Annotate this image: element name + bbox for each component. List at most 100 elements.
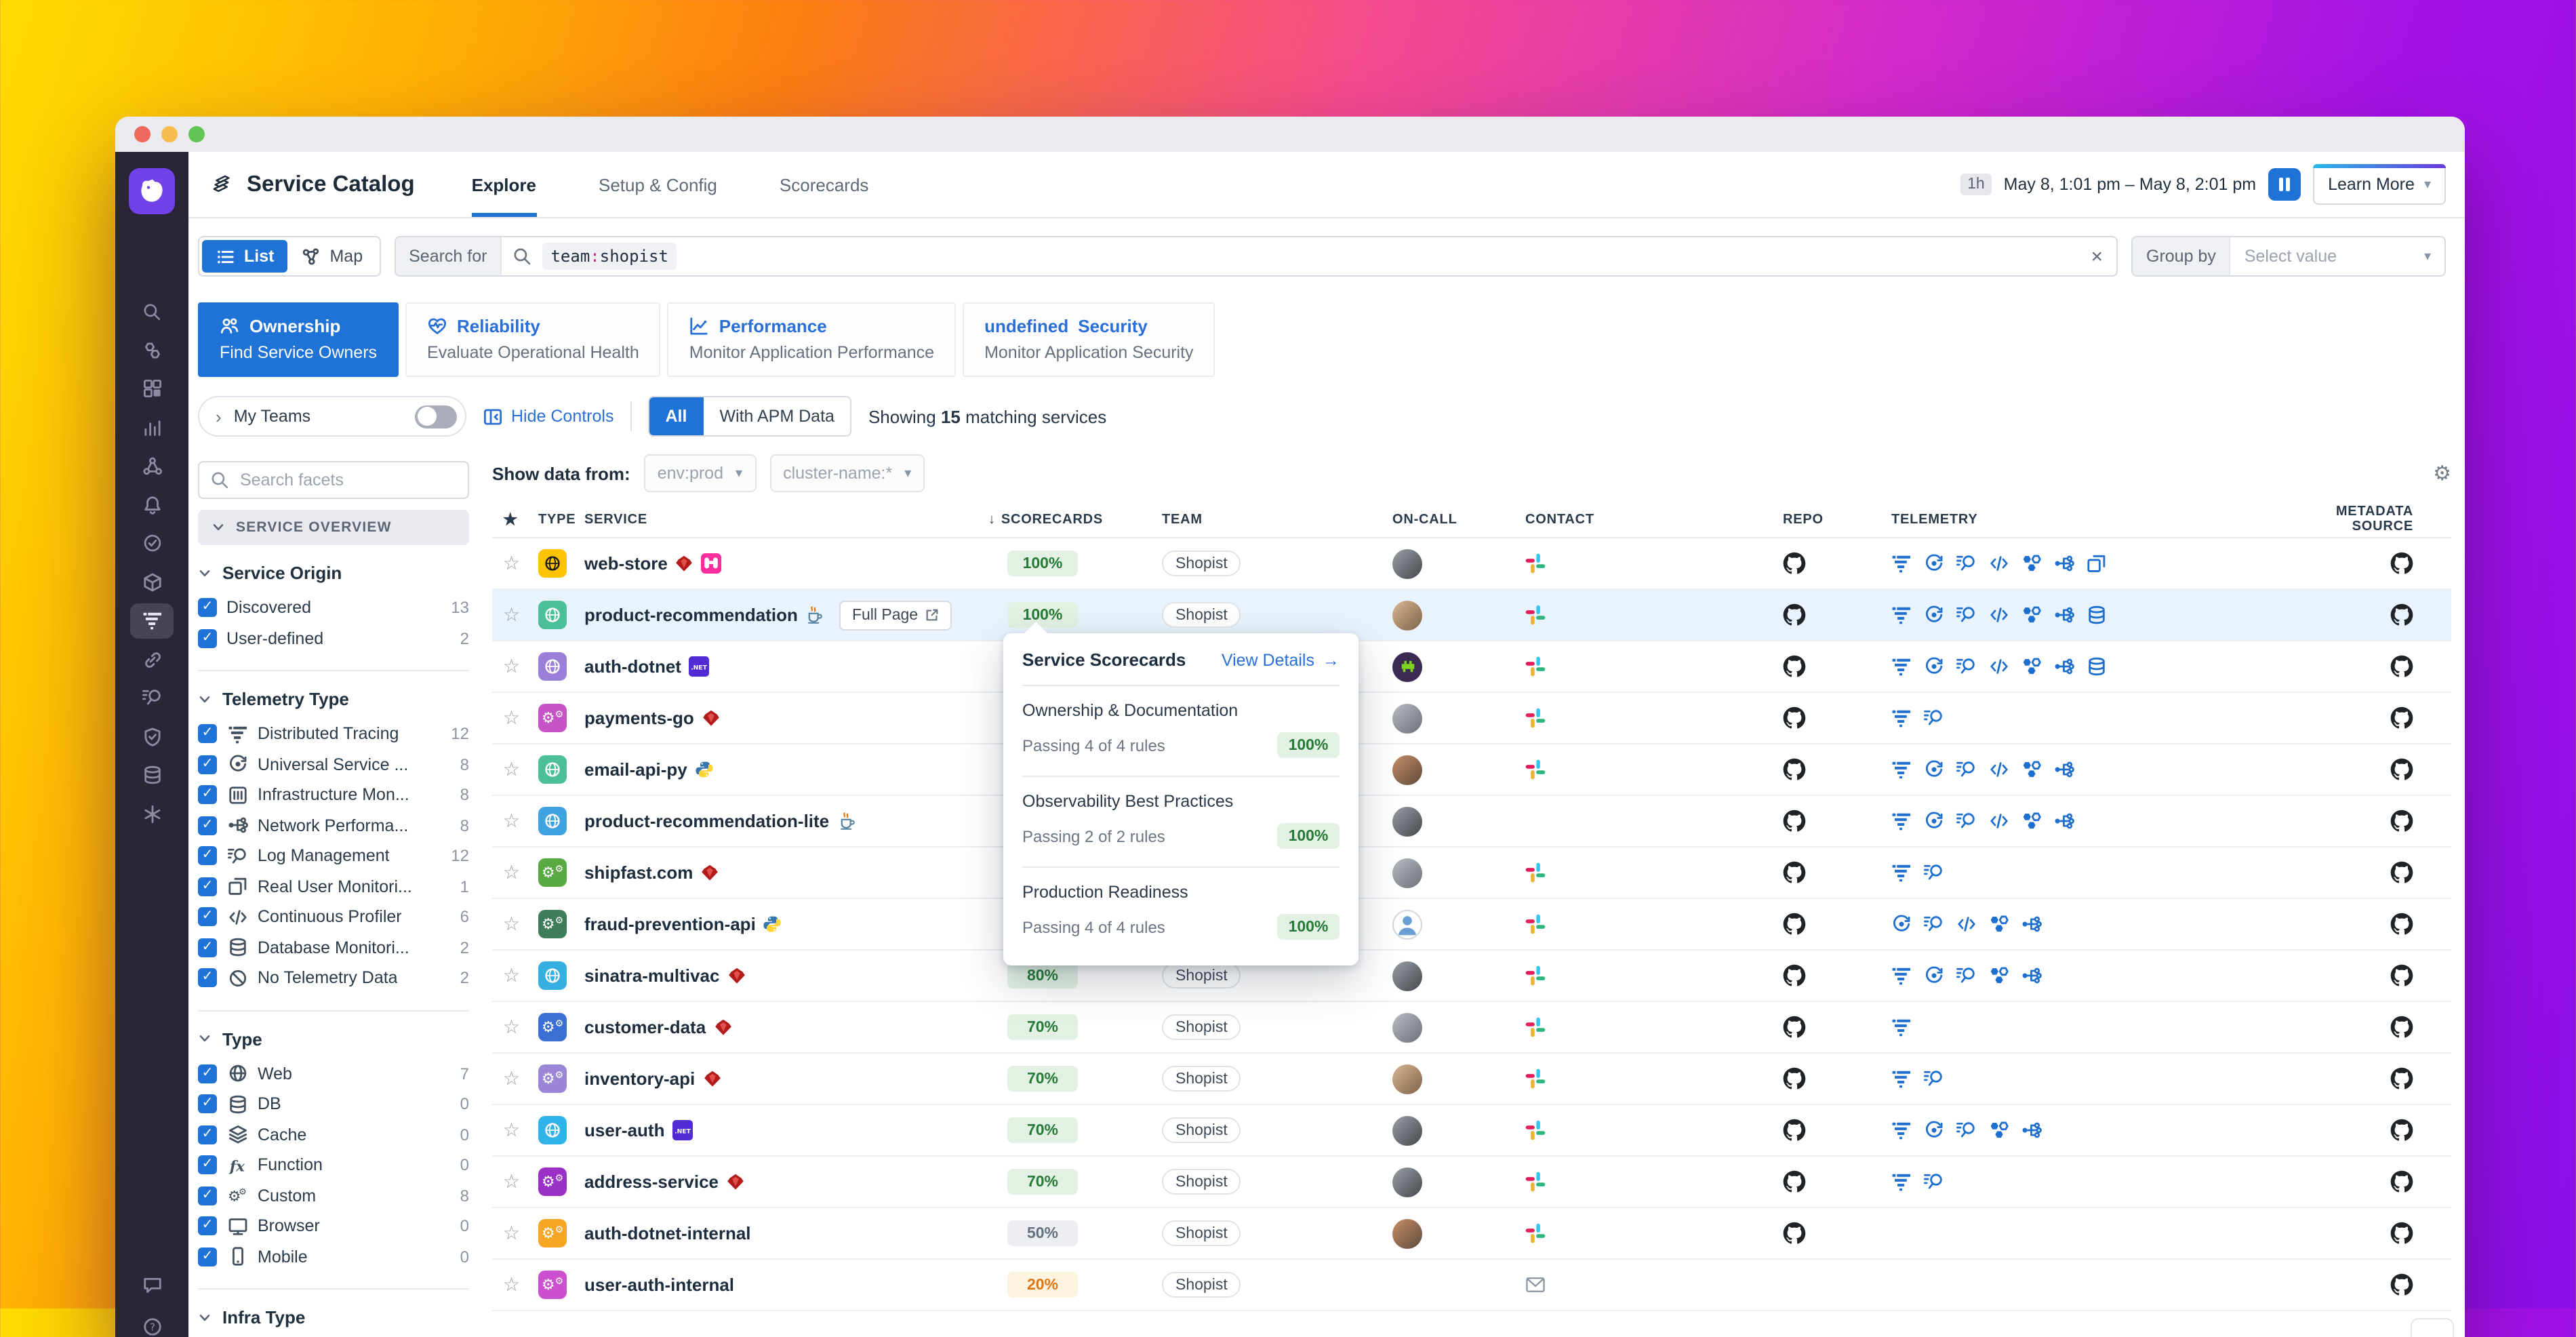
close-window-button[interactable] bbox=[134, 126, 150, 142]
favorite-star-icon[interactable]: ☆ bbox=[503, 1016, 538, 1039]
github-metadata-icon[interactable] bbox=[2390, 758, 2413, 781]
table-row-product-recommendation[interactable]: ☆ product-recommendation Full Page 100% Sh… bbox=[492, 590, 2451, 641]
telemetry-trace-icon[interactable] bbox=[1891, 811, 1912, 831]
oncall-avatar[interactable] bbox=[1392, 1167, 1422, 1197]
telemetry-profiler-icon[interactable] bbox=[1989, 553, 2009, 574]
lens-card-performance[interactable]: Performance Monitor Application Performa… bbox=[667, 302, 957, 377]
checkbox-checked[interactable]: ✓ bbox=[198, 1125, 217, 1144]
github-repo-icon[interactable] bbox=[1783, 552, 1891, 575]
facet-item-web[interactable]: ✓ Web 7 bbox=[198, 1058, 469, 1089]
hide-controls-button[interactable]: Hide Controls bbox=[483, 406, 613, 426]
facet-item-log-management[interactable]: ✓ Log Management 12 bbox=[198, 841, 469, 871]
lens-card-security[interactable]: undefined Security Monitor Application Se… bbox=[963, 302, 1215, 377]
telemetry-usm-icon[interactable] bbox=[1891, 914, 1912, 934]
filter-all-button[interactable]: All bbox=[649, 397, 704, 435]
favorite-star-icon[interactable]: ☆ bbox=[503, 552, 538, 575]
telemetry-k8s-icon[interactable] bbox=[1989, 1120, 2009, 1140]
facet-item-custom[interactable]: ✓ ⚙ ⚙ Custom 8 bbox=[198, 1180, 469, 1211]
telemetry-usm-icon[interactable] bbox=[1924, 965, 1944, 986]
service-name[interactable]: user-auth-internal bbox=[584, 1275, 988, 1295]
telemetry-logs-icon[interactable] bbox=[1956, 1120, 1977, 1140]
telemetry-k8s-icon[interactable] bbox=[2021, 605, 2042, 625]
telemetry-trace-icon[interactable] bbox=[1891, 656, 1912, 677]
telemetry-network-icon[interactable] bbox=[2054, 656, 2074, 677]
service-name[interactable]: inventory-api bbox=[584, 1069, 988, 1089]
col-scorecards[interactable]: ↓ SCORECARDS bbox=[988, 512, 1162, 527]
telemetry-trace-icon[interactable] bbox=[1891, 862, 1912, 883]
telemetry-profiler-icon[interactable] bbox=[1989, 811, 2009, 831]
scorecard-badge[interactable]: 100% bbox=[1007, 602, 1078, 628]
checkbox-checked[interactable]: ✓ bbox=[198, 1155, 217, 1175]
checkbox-checked[interactable]: ✓ bbox=[198, 1186, 217, 1205]
telemetry-k8s-icon[interactable] bbox=[2021, 759, 2042, 780]
team-pill[interactable]: Shopist bbox=[1162, 1066, 1241, 1092]
telemetry-k8s-icon[interactable] bbox=[2021, 553, 2042, 574]
star-column-header[interactable]: ★ bbox=[503, 510, 538, 529]
col-repo[interactable]: REPO bbox=[1783, 512, 1891, 527]
github-metadata-icon[interactable] bbox=[2390, 655, 2413, 678]
table-row-payments-go[interactable]: ☆ ⚙⚙ payments-go bbox=[492, 693, 2451, 744]
oncall-avatar[interactable] bbox=[1392, 1012, 1422, 1042]
service-name[interactable]: product-recommendation Full Page bbox=[584, 600, 988, 630]
favorite-star-icon[interactable]: ☆ bbox=[503, 861, 538, 884]
col-telemetry[interactable]: TELEMETRY bbox=[1891, 512, 2312, 527]
table-row-user-auth-internal[interactable]: ☆ ⚙⚙ user-auth-internal 20% Shopist bbox=[492, 1260, 2451, 1311]
rail-item-settings-icon[interactable] bbox=[130, 796, 174, 831]
slack-icon[interactable] bbox=[1525, 1120, 1783, 1140]
rail-item-help-icon[interactable]: ? bbox=[130, 1309, 174, 1337]
github-repo-icon[interactable] bbox=[1783, 603, 1891, 626]
favorite-star-icon[interactable]: ☆ bbox=[503, 1222, 538, 1245]
telemetry-usm-icon[interactable] bbox=[1924, 811, 1944, 831]
table-row-auth-dotnet[interactable]: ☆ auth-dotnet .NET bbox=[492, 641, 2451, 693]
github-metadata-icon[interactable] bbox=[2390, 603, 2413, 626]
telemetry-logs-icon[interactable] bbox=[1924, 708, 1944, 728]
telemetry-usm-icon[interactable] bbox=[1924, 656, 1944, 677]
facet-item-browser[interactable]: ✓ Browser 0 bbox=[198, 1211, 469, 1241]
tab-setup-config[interactable]: Setup & Config bbox=[599, 152, 717, 217]
checkbox-checked[interactable]: ✓ bbox=[198, 628, 217, 648]
telemetry-profiler-icon[interactable] bbox=[1989, 656, 2009, 677]
team-pill[interactable]: Shopist bbox=[1162, 1169, 1241, 1195]
telemetry-network-icon[interactable] bbox=[2021, 965, 2042, 986]
telemetry-logs-icon[interactable] bbox=[1956, 605, 1977, 625]
telemetry-trace-icon[interactable] bbox=[1891, 1069, 1912, 1089]
github-repo-icon[interactable] bbox=[1783, 1222, 1891, 1245]
telemetry-logs-icon[interactable] bbox=[1956, 811, 1977, 831]
telemetry-logs-icon[interactable] bbox=[1924, 862, 1944, 883]
scorecard-badge[interactable]: 70% bbox=[1007, 1117, 1078, 1143]
scorecard-badge[interactable]: 50% bbox=[1007, 1220, 1078, 1246]
facet-item-discovered[interactable]: ✓ Discovered 13 bbox=[198, 593, 469, 623]
telemetry-usm-icon[interactable] bbox=[1924, 553, 1944, 574]
github-metadata-icon[interactable] bbox=[2390, 1170, 2413, 1193]
checkbox-checked[interactable]: ✓ bbox=[198, 938, 217, 957]
col-contact[interactable]: CONTACT bbox=[1525, 512, 1783, 527]
telemetry-logs-icon[interactable] bbox=[1924, 1172, 1944, 1192]
data-filter-cluster-name-[interactable]: cluster-name:* ▾ bbox=[769, 454, 925, 492]
table-row-fraud-prevention-api[interactable]: ☆ ⚙⚙ fraud-prevention-api bbox=[492, 899, 2451, 951]
github-repo-icon[interactable] bbox=[1783, 861, 1891, 884]
telemetry-network-icon[interactable] bbox=[2054, 553, 2074, 574]
checkbox-checked[interactable]: ✓ bbox=[198, 755, 217, 774]
corner-widget[interactable] bbox=[2411, 1318, 2454, 1337]
telemetry-trace-icon[interactable] bbox=[1891, 605, 1912, 625]
oncall-avatar[interactable] bbox=[1392, 600, 1422, 630]
oncall-avatar[interactable] bbox=[1392, 961, 1422, 991]
favorite-star-icon[interactable]: ☆ bbox=[503, 964, 538, 987]
table-row-sinatra-multivac[interactable]: ☆ sinatra-multivac 80% Shopist bbox=[492, 951, 2451, 1002]
github-repo-icon[interactable] bbox=[1783, 810, 1891, 833]
slack-icon[interactable] bbox=[1525, 553, 1783, 574]
datadog-logo[interactable] bbox=[129, 168, 175, 214]
checkbox-checked[interactable]: ✓ bbox=[198, 816, 217, 835]
slack-icon[interactable] bbox=[1525, 759, 1783, 780]
table-row-inventory-api[interactable]: ☆ ⚙⚙ inventory-api 70% Shopist bbox=[492, 1054, 2451, 1105]
slack-icon[interactable] bbox=[1525, 862, 1783, 883]
github-metadata-icon[interactable] bbox=[2390, 1067, 2413, 1090]
facet-item-database-monitori-[interactable]: ✓ Database Monitori... 2 bbox=[198, 932, 469, 963]
col-service[interactable]: SERVICE bbox=[584, 512, 988, 527]
minimize-window-button[interactable] bbox=[161, 126, 178, 142]
oncall-avatar[interactable] bbox=[1392, 1064, 1422, 1094]
checkbox-checked[interactable]: ✓ bbox=[198, 785, 217, 805]
slack-icon[interactable] bbox=[1525, 605, 1783, 625]
view-map-button[interactable]: Map bbox=[287, 240, 376, 273]
checkbox-checked[interactable]: ✓ bbox=[198, 846, 217, 866]
